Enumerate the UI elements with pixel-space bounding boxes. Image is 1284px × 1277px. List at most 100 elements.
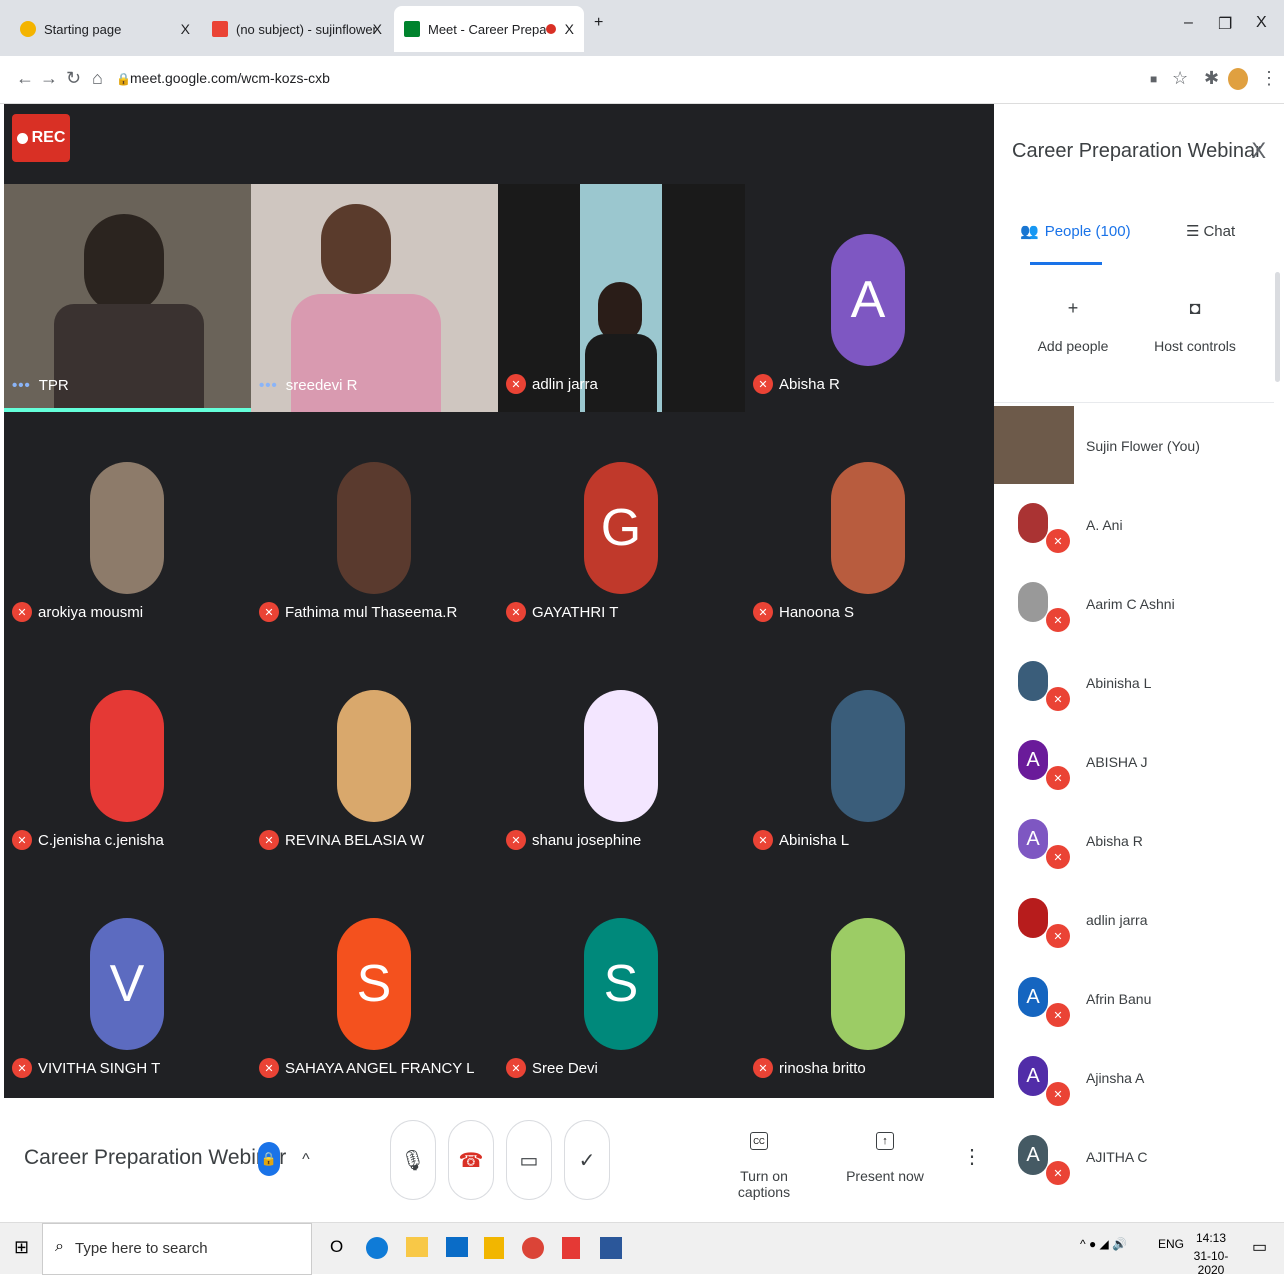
forward-icon[interactable]: →: [40, 68, 58, 89]
add-people-label: Add people: [1037, 338, 1109, 354]
meeting-safety-icon[interactable]: 🔒: [258, 1142, 280, 1176]
profile-avatar[interactable]: [1228, 68, 1248, 90]
avatar: A: [831, 234, 905, 366]
menu-icon[interactable]: ⋮: [1260, 68, 1278, 89]
video-tile[interactable]: ✕ shanu josephine: [498, 640, 745, 868]
language-indicator[interactable]: ENG: [1158, 1237, 1184, 1251]
reload-icon[interactable]: ↻: [66, 68, 81, 89]
video-tile[interactable]: ✕ REVINA BELASIA W: [251, 640, 498, 868]
list-item[interactable]: A ✕ AJITHA C: [994, 1117, 1274, 1195]
video-tile[interactable]: ✕ Fathima mul Thaseema.R: [251, 412, 498, 640]
bookmark-star-icon[interactable]: ☆: [1172, 68, 1188, 89]
captions-icon[interactable]: CC: [750, 1132, 768, 1150]
add-person-icon: +: [1067, 297, 1079, 318]
add-people-button[interactable]: + Add people: [1018, 290, 1128, 355]
video-tile[interactable]: ✕ arokiya mousmi: [4, 412, 251, 640]
back-icon[interactable]: ←: [16, 68, 34, 89]
store-icon[interactable]: [484, 1237, 504, 1259]
participant-name: ✕ arokiya mousmi: [12, 602, 143, 622]
participant-name: AJITHA C: [1086, 1149, 1148, 1165]
tab-gmail[interactable]: (no subject) - sujinflower@holycr X: [202, 6, 392, 52]
camera-icon[interactable]: ■: [1150, 72, 1157, 86]
tab-people[interactable]: 👥 People (100): [1020, 222, 1131, 241]
firefox-icon: [20, 21, 36, 37]
list-item[interactable]: ✕ Abinisha L: [994, 643, 1274, 721]
video-tile[interactable]: ✕ adlin jarra: [498, 184, 745, 412]
avatar: [584, 690, 658, 822]
mic-off-icon: ✕: [1046, 766, 1070, 790]
mic-off-icon: ✕: [259, 602, 279, 622]
scrollbar[interactable]: [1275, 272, 1280, 382]
gmail-icon: [212, 21, 228, 37]
tab-meet[interactable]: Meet - Career Preparation W X: [394, 6, 584, 52]
list-item[interactable]: ✕ adlin jarra: [994, 880, 1274, 958]
mic-off-icon: ✕: [1046, 1003, 1070, 1027]
file-explorer-icon[interactable]: [406, 1237, 428, 1257]
edge-icon[interactable]: [366, 1237, 388, 1259]
video-tile[interactable]: S ✕ Sree Devi: [498, 868, 745, 1096]
tab-chat[interactable]: ☰ Chat: [1186, 222, 1235, 241]
list-item[interactable]: Sujin Flower (You): [994, 406, 1274, 484]
notifications-icon[interactable]: ▭: [1252, 1237, 1267, 1257]
video-tile[interactable]: G ✕ GAYATHRI T: [498, 412, 745, 640]
panel-close-button[interactable]: X: [1251, 138, 1266, 164]
avatar: [1018, 898, 1048, 938]
video-tile[interactable]: ••• sreedevi R: [251, 184, 498, 412]
list-item[interactable]: A ✕ Ajinsha A: [994, 1038, 1274, 1116]
participant-name: adlin jarra: [1086, 912, 1148, 928]
minimize-button[interactable]: –: [1184, 14, 1193, 32]
video-tile[interactable]: ✕ Abinisha L: [745, 640, 992, 868]
camera-button[interactable]: ▭: [506, 1120, 552, 1200]
list-item[interactable]: ✕ Aarim C Ashni: [994, 564, 1274, 642]
more-options-icon[interactable]: ⋮: [962, 1144, 982, 1169]
avatar: [1018, 661, 1048, 701]
window-close-button[interactable]: X: [1256, 14, 1267, 32]
system-tray-icons[interactable]: ^ ● ◢ 🔊: [1080, 1237, 1127, 1251]
video-tile[interactable]: V ✕ VIVITHA SINGH T: [4, 868, 251, 1096]
list-item[interactable]: A ✕ Afrin Banu: [994, 959, 1274, 1037]
present-icon[interactable]: ↑: [876, 1132, 894, 1150]
avatar: A: [1018, 740, 1048, 780]
cortana-icon[interactable]: O: [330, 1237, 343, 1257]
close-icon[interactable]: X: [565, 21, 574, 37]
new-tab-button[interactable]: +: [594, 14, 603, 32]
list-item[interactable]: A ✕ ABISHA J: [994, 722, 1274, 800]
participant-name: Sujin Flower (You): [1086, 438, 1200, 454]
video-tile[interactable]: ••• TPR: [4, 184, 251, 412]
video-tile[interactable]: ✕ rinosha britto: [745, 868, 992, 1096]
list-item[interactable]: ✕ A. Ani: [994, 485, 1274, 563]
word-icon[interactable]: [600, 1237, 622, 1259]
participant-video-body: [291, 294, 441, 412]
leave-call-button[interactable]: ☎: [448, 1120, 494, 1200]
mic-off-icon: ✕: [1046, 608, 1070, 632]
video-tile[interactable]: ✕ Hanoona S: [745, 412, 992, 640]
home-icon[interactable]: ⌂: [92, 68, 103, 89]
taskbar-search[interactable]: ⌕ Type here to search: [42, 1223, 312, 1275]
tab-starting-page[interactable]: Starting page X: [10, 6, 200, 52]
close-icon[interactable]: X: [181, 21, 190, 37]
app-icon[interactable]: [562, 1237, 580, 1259]
mic-off-icon: ✕: [506, 374, 526, 394]
url-field[interactable]: meet.google.com/wcm-kozs-cxb: [130, 70, 330, 86]
restore-button[interactable]: ❐: [1218, 14, 1232, 34]
microphone-button[interactable]: 🎙: [390, 1120, 436, 1200]
mail-icon[interactable]: [446, 1237, 468, 1257]
captions-button[interactable]: Turn on captions: [714, 1168, 814, 1200]
close-icon[interactable]: X: [373, 21, 382, 37]
host-controls-button[interactable]: ◘ Host controls: [1140, 290, 1250, 355]
checkmark-button[interactable]: ✓: [564, 1120, 610, 1200]
windows-start-icon[interactable]: ⊞: [14, 1237, 29, 1258]
clock[interactable]: 14:13 31-10-2020: [1188, 1231, 1234, 1277]
list-item[interactable]: A ✕ Abisha R: [994, 801, 1274, 879]
avatar: G: [584, 462, 658, 594]
participant-name: ✕ rinosha britto: [753, 1058, 866, 1078]
address-bar: ← → ↻ ⌂ 🔒 meet.google.com/wcm-kozs-cxb ■…: [0, 56, 1284, 104]
video-tile[interactable]: S ✕ SAHAYA ANGEL FRANCY L: [251, 868, 498, 1096]
mic-off-icon: ✕: [12, 602, 32, 622]
chrome-icon[interactable]: [522, 1237, 544, 1259]
extensions-icon[interactable]: ✱: [1204, 68, 1219, 89]
video-tile[interactable]: ✕ C.jenisha c.jenisha: [4, 640, 251, 868]
video-tile[interactable]: A ✕ Abisha R: [745, 184, 992, 412]
mic-off-icon: ✕: [753, 830, 773, 850]
present-now-button[interactable]: Present now: [840, 1168, 930, 1184]
